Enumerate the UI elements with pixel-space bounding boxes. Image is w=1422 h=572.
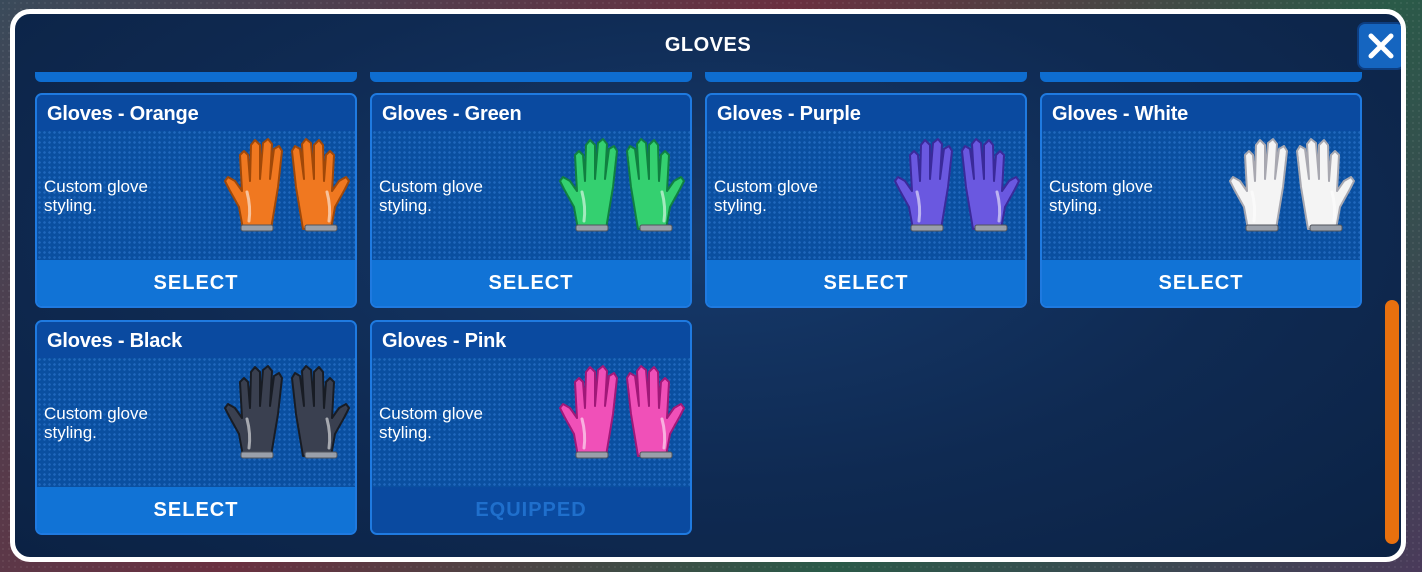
- card-description: Custom glove styling.: [1049, 177, 1153, 215]
- glove-card-green: Gloves - Green Custom glove styling. SEL…: [370, 93, 692, 308]
- select-button[interactable]: SELECT: [37, 487, 355, 533]
- modal-title: GLOVES: [664, 34, 752, 56]
- select-button[interactable]: SELECT: [372, 260, 690, 306]
- card-title: Gloves - Orange: [47, 103, 199, 125]
- card-stub: [35, 72, 357, 82]
- card-title: Gloves - Green: [382, 103, 522, 125]
- glove-icon: [224, 138, 350, 232]
- card-title: Gloves - Pink: [382, 330, 507, 352]
- glove-icon: [1229, 138, 1355, 232]
- card-title: Gloves - Black: [47, 330, 183, 352]
- select-button[interactable]: SELECT: [1042, 260, 1360, 306]
- card-title: Gloves - Purple: [717, 103, 861, 125]
- select-button[interactable]: SELECT: [707, 260, 1025, 306]
- glove-icon: [559, 365, 685, 459]
- glove-grid[interactable]: Gloves - Orange Custom glove styling. SE…: [15, 66, 1375, 556]
- close-button[interactable]: [1357, 22, 1401, 70]
- card-title: Gloves - White: [1052, 103, 1189, 125]
- card-stub: [1040, 72, 1362, 82]
- card-description: Custom glove styling.: [44, 404, 148, 442]
- card-description: Custom glove styling.: [714, 177, 818, 215]
- glove-card-orange: Gloves - Orange Custom glove styling. SE…: [35, 93, 357, 308]
- card-stub: [370, 72, 692, 82]
- glove-card-purple: Gloves - Purple Custom glove styling. SE…: [705, 93, 1027, 308]
- equipped-status: EQUIPPED: [372, 487, 690, 533]
- card-description: Custom glove styling.: [379, 404, 483, 442]
- glove-card-pink: Gloves - Pink Custom glove styling. EQUI…: [370, 320, 692, 535]
- card-description: Custom glove styling.: [379, 177, 483, 215]
- card-description: Custom glove styling.: [44, 177, 148, 215]
- glove-card-black: Gloves - Black Custom glove styling. SEL…: [35, 320, 357, 535]
- glove-icon: [894, 138, 1020, 232]
- close-icon: [1368, 33, 1394, 59]
- gloves-modal: GLOVES Gloves - Orange Custom glove styl…: [10, 9, 1406, 562]
- glove-icon: [224, 365, 350, 459]
- glove-card-white: Gloves - White Custom glove styling. SEL…: [1040, 93, 1362, 308]
- select-button[interactable]: SELECT: [37, 260, 355, 306]
- card-stub: [705, 72, 1027, 82]
- glove-icon: [559, 138, 685, 232]
- scrollbar-thumb[interactable]: [1385, 300, 1399, 544]
